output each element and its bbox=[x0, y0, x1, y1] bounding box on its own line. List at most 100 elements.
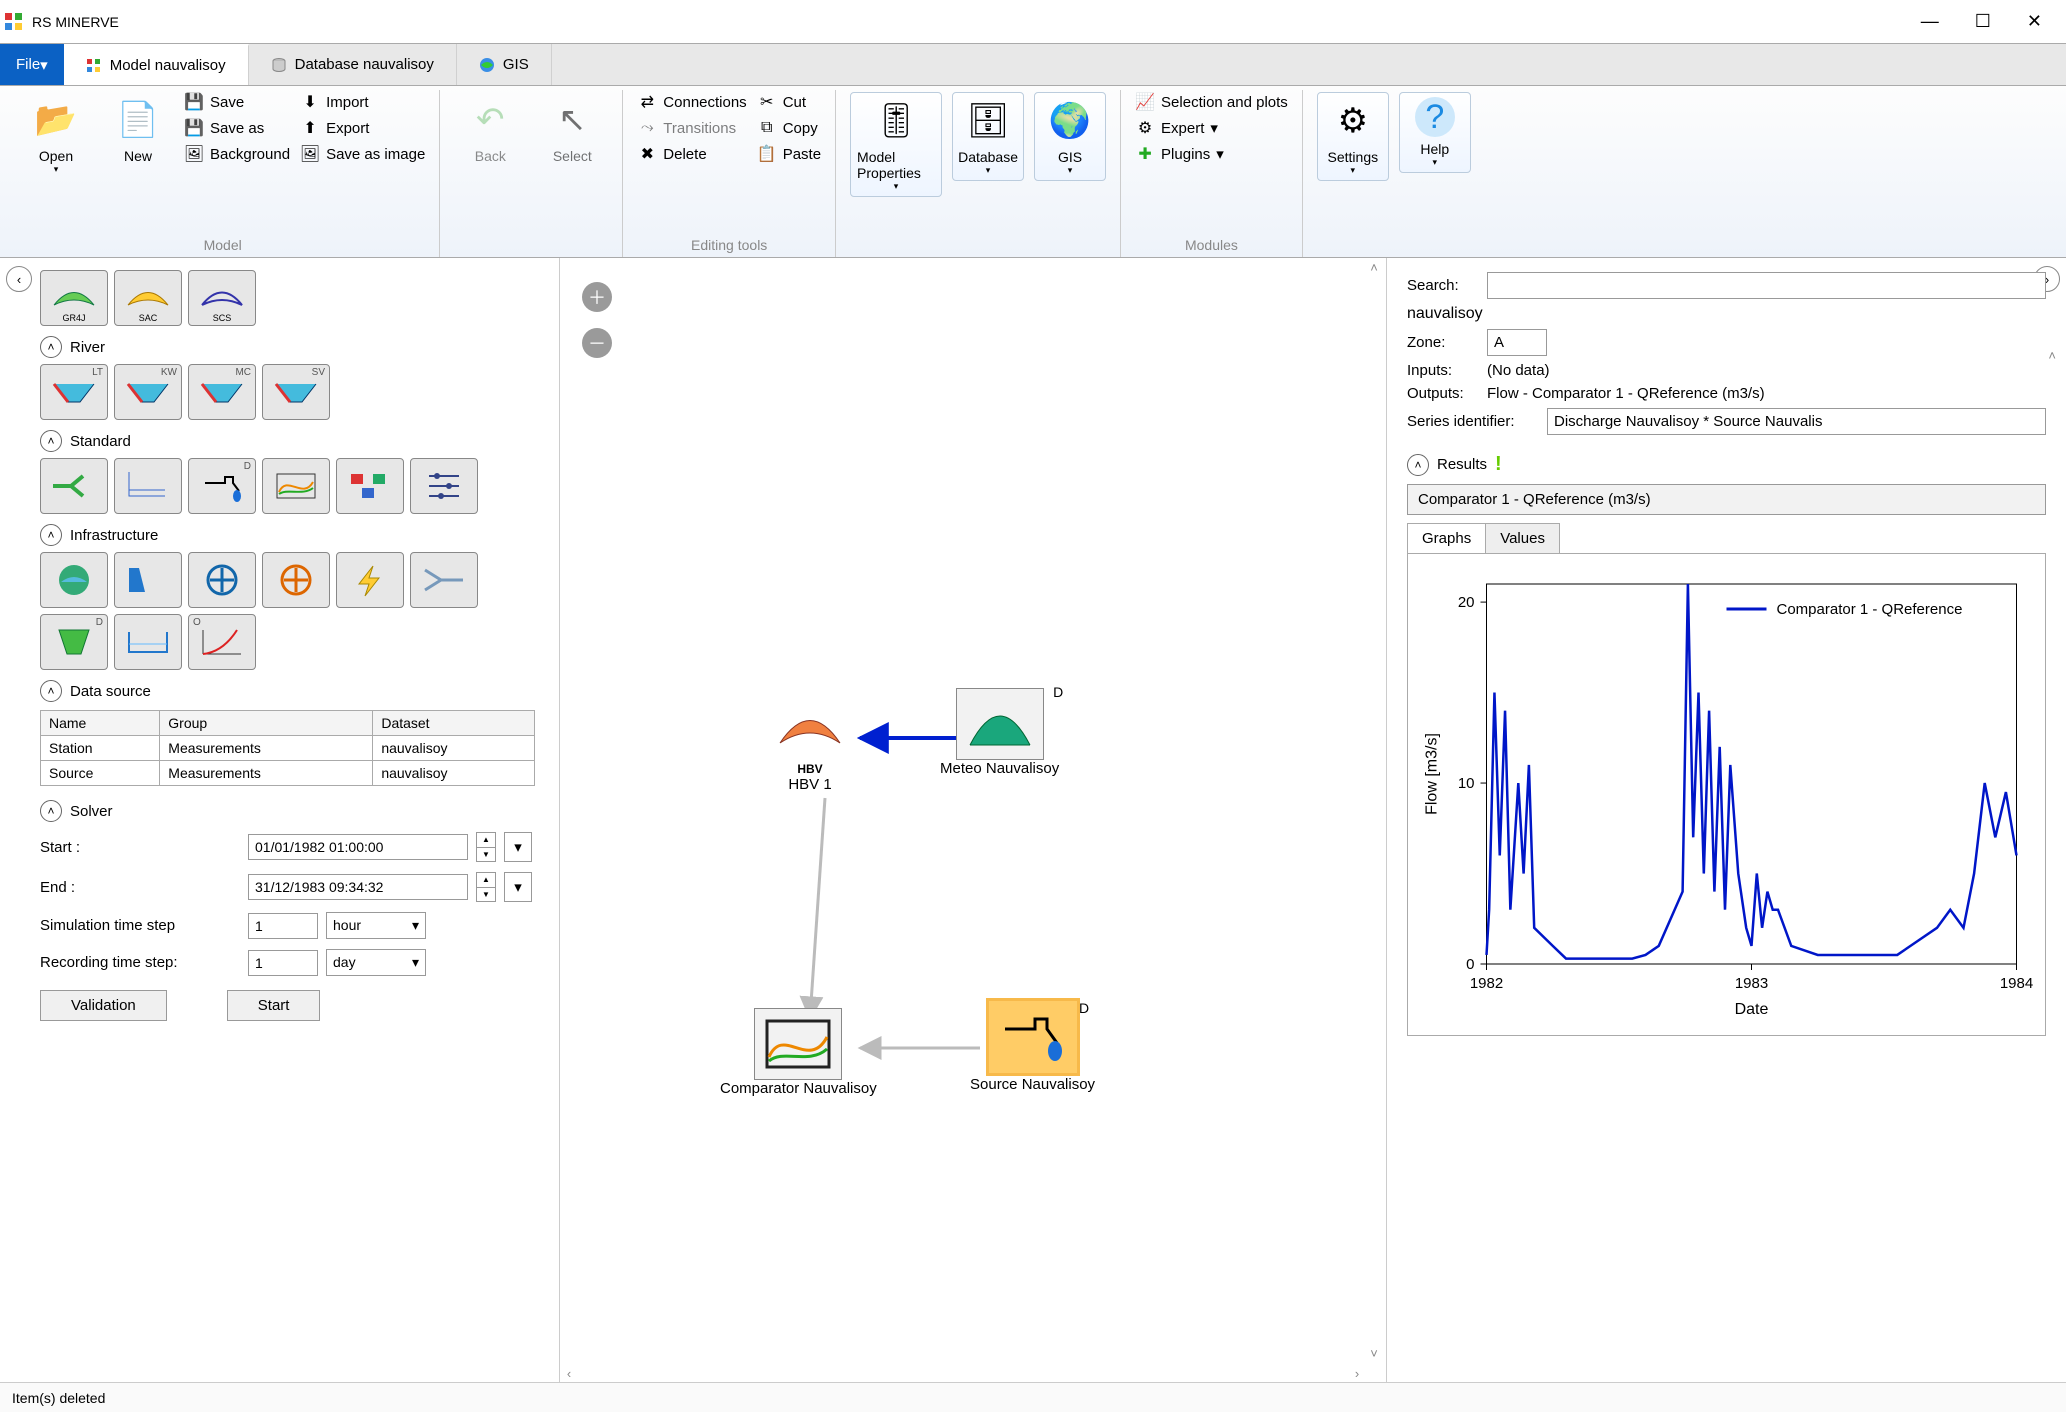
section-river[interactable]: ˄River bbox=[40, 336, 535, 358]
search-input[interactable] bbox=[1487, 272, 2046, 299]
tool-scs[interactable]: SCS bbox=[188, 270, 256, 326]
save-as-button[interactable]: 💾Save as bbox=[184, 118, 290, 138]
zoom-out-button[interactable]: － bbox=[582, 328, 612, 358]
sim-step-input[interactable]: 1 bbox=[248, 913, 318, 939]
section-infrastructure[interactable]: ˄Infrastructure bbox=[40, 524, 535, 546]
rec-step-input[interactable]: 1 bbox=[248, 950, 318, 976]
paste-button[interactable]: 📋Paste bbox=[757, 144, 821, 164]
tab-gis[interactable]: GIS bbox=[457, 44, 552, 85]
section-solver[interactable]: ˄Solver bbox=[40, 800, 535, 822]
new-button[interactable]: 📄 New bbox=[102, 92, 174, 164]
tool-reservoir[interactable] bbox=[40, 552, 108, 608]
tool-dam[interactable] bbox=[114, 552, 182, 608]
maximize-button[interactable]: ☐ bbox=[1975, 11, 1991, 32]
tool-group[interactable] bbox=[336, 458, 404, 514]
section-data-source[interactable]: ˄Data source bbox=[40, 680, 535, 702]
plugins-button[interactable]: ✚Plugins ▾ bbox=[1135, 144, 1288, 164]
start-button[interactable]: Start bbox=[227, 990, 321, 1021]
save-button[interactable]: 💾Save bbox=[184, 92, 290, 112]
minimize-button[interactable]: ― bbox=[1921, 11, 1939, 32]
start-date-stepper[interactable]: ▲▼ bbox=[476, 832, 496, 862]
node-source[interactable]: D Source Nauvalisoy bbox=[970, 998, 1095, 1093]
expert-button[interactable]: ⚙Expert ▾ bbox=[1135, 118, 1288, 138]
close-button[interactable]: ✕ bbox=[2027, 11, 2042, 32]
tool-gr4j[interactable]: GR4J bbox=[40, 270, 108, 326]
tool-pump[interactable] bbox=[262, 552, 330, 608]
copy-button[interactable]: ⧉Copy bbox=[757, 118, 821, 138]
connections-button[interactable]: ⇄Connections bbox=[637, 92, 746, 112]
ds-col-group[interactable]: Group bbox=[160, 711, 373, 736]
start-date-input[interactable]: 01/01/1982 01:00:00 bbox=[248, 834, 468, 860]
svg-text:Comparator 1 - QReference: Comparator 1 - QReference bbox=[1777, 601, 1963, 618]
table-row[interactable]: SourceMeasurementsnauvalisoy bbox=[41, 761, 535, 786]
file-menu[interactable]: File bbox=[0, 44, 64, 85]
tab-values[interactable]: Values bbox=[1485, 523, 1560, 553]
tool-level[interactable] bbox=[114, 458, 182, 514]
model-properties-button[interactable]: 🎚 Model Properties▾ bbox=[850, 92, 942, 197]
svg-text:Flow [m3/s]: Flow [m3/s] bbox=[1424, 733, 1441, 815]
zoom-in-button[interactable]: ＋ bbox=[582, 282, 612, 312]
tool-river-mc[interactable]: MC bbox=[188, 364, 256, 420]
tab-model[interactable]: Model nauvalisoy bbox=[64, 44, 249, 85]
back-button[interactable]: ↶ Back bbox=[454, 92, 526, 164]
ds-col-name[interactable]: Name bbox=[41, 711, 160, 736]
database-button[interactable]: 🗄 Database▾ bbox=[952, 92, 1024, 181]
tool-sac[interactable]: SAC bbox=[114, 270, 182, 326]
table-row[interactable]: StationMeasurementsnauvalisoy bbox=[41, 736, 535, 761]
save-image-button[interactable]: 🖼Save as image bbox=[300, 144, 425, 164]
ds-col-dataset[interactable]: Dataset bbox=[373, 711, 535, 736]
tool-river-kw[interactable]: KW bbox=[114, 364, 182, 420]
node-meteo[interactable]: D Meteo Nauvalisoy bbox=[940, 688, 1059, 777]
tool-power[interactable] bbox=[336, 552, 404, 608]
tool-river-lt[interactable]: LT bbox=[40, 364, 108, 420]
start-date-dropdown[interactable]: ▾ bbox=[504, 832, 532, 862]
chevron-up-icon[interactable]: ˄ bbox=[2048, 348, 2056, 363]
section-results[interactable]: ˄Results ! bbox=[1407, 453, 2046, 476]
import-button[interactable]: ⬇Import bbox=[300, 92, 425, 112]
tool-source-tap[interactable]: D bbox=[188, 458, 256, 514]
tool-junction[interactable] bbox=[40, 458, 108, 514]
tool-channel[interactable] bbox=[114, 614, 182, 670]
tool-river-sv[interactable]: SV bbox=[262, 364, 330, 420]
node-comparator[interactable]: Comparator Nauvalisoy bbox=[720, 1008, 877, 1097]
export-button[interactable]: ⬆Export bbox=[300, 118, 425, 138]
tool-parameters[interactable] bbox=[410, 458, 478, 514]
end-date-stepper[interactable]: ▲▼ bbox=[476, 872, 496, 902]
series-identifier-input[interactable] bbox=[1547, 408, 2046, 435]
select-button[interactable]: ↖ Select bbox=[536, 92, 608, 164]
tool-rating[interactable]: O bbox=[188, 614, 256, 670]
end-date-dropdown[interactable]: ▾ bbox=[504, 872, 532, 902]
result-series-selector[interactable]: Comparator 1 - QReference (m3/s) bbox=[1407, 484, 2046, 515]
canvas-vscroll[interactable]: ˄˅ bbox=[1366, 258, 1382, 1362]
ribbon-group-model: 📂 Open ▾ 📄 New 💾Save 💾Save as 🖼Backgroun… bbox=[6, 90, 440, 257]
rec-unit-select[interactable]: day▾ bbox=[326, 949, 426, 976]
tool-reservoir2[interactable]: D bbox=[40, 614, 108, 670]
canvas-hscroll[interactable]: ‹› bbox=[560, 1364, 1366, 1382]
tool-comparator[interactable] bbox=[262, 458, 330, 514]
gis-button[interactable]: 🌍 GIS▾ bbox=[1034, 92, 1106, 181]
transitions-button[interactable]: ⤳Transitions bbox=[637, 118, 746, 138]
delete-button[interactable]: ✖Delete bbox=[637, 144, 746, 164]
node-hbv[interactable]: HBV HBV 1 bbox=[770, 698, 850, 793]
scroll-left-icon[interactable]: ‹ bbox=[6, 266, 32, 292]
tool-turbine[interactable] bbox=[188, 552, 256, 608]
node-source-label: Source Nauvalisoy bbox=[970, 1076, 1095, 1093]
tool-merge[interactable] bbox=[410, 552, 478, 608]
selection-plots-button[interactable]: 📈Selection and plots bbox=[1135, 92, 1288, 112]
end-date-input[interactable]: 31/12/1983 09:34:32 bbox=[248, 874, 468, 900]
model-canvas[interactable]: ＋ － ˄˅ ‹› HBV HBV 1 D Meteo Nauvalisoy C… bbox=[560, 258, 1386, 1382]
cut-button[interactable]: ✂Cut bbox=[757, 92, 821, 112]
cut-icon: ✂ bbox=[757, 92, 777, 112]
export-icon: ⬆ bbox=[300, 118, 320, 138]
help-button[interactable]: ? Help▾ bbox=[1399, 92, 1471, 173]
validation-button[interactable]: Validation bbox=[40, 990, 167, 1021]
sim-unit-select[interactable]: hour▾ bbox=[326, 912, 426, 939]
tab-model-label: Model nauvalisoy bbox=[110, 57, 226, 74]
tab-database[interactable]: Database nauvalisoy bbox=[249, 44, 457, 85]
zone-input[interactable] bbox=[1487, 329, 1547, 356]
settings-button[interactable]: ⚙ Settings▾ bbox=[1317, 92, 1389, 181]
background-button[interactable]: 🖼Background bbox=[184, 144, 290, 164]
section-standard[interactable]: ˄Standard bbox=[40, 430, 535, 452]
open-button[interactable]: 📂 Open ▾ bbox=[20, 92, 92, 175]
tab-graphs[interactable]: Graphs bbox=[1407, 523, 1486, 553]
